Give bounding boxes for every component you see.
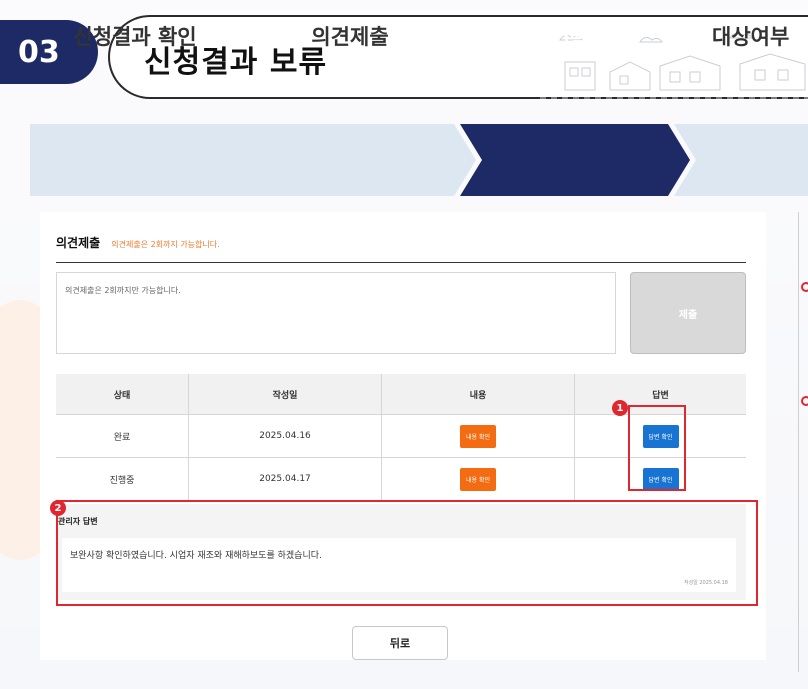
step-bg-2 bbox=[244, 124, 476, 196]
row-status: 완료 bbox=[56, 414, 189, 458]
step-bg-4 bbox=[674, 124, 808, 196]
right-divider bbox=[798, 212, 799, 672]
marker-badge-2: 2 bbox=[50, 500, 66, 516]
row-content-cell: 내용 확인 bbox=[381, 414, 575, 458]
opinion-input[interactable]: 의견제출은 2회까지만 가능합니다. bbox=[56, 272, 616, 354]
highlight-box-answer bbox=[628, 405, 686, 491]
view-content-button[interactable]: 내용 확인 bbox=[460, 424, 496, 448]
opinion-section-header: 의견제출 의견제출은 2회까지 가능합니다. bbox=[56, 232, 746, 263]
step-1-label[interactable]: 신청결과 확인 bbox=[30, 0, 240, 72]
row-date: 2025.04.17 bbox=[188, 457, 382, 501]
header-content: 내용 bbox=[381, 374, 575, 415]
opinion-note: 의견제출은 2회까지 가능합니다. bbox=[111, 240, 220, 249]
header-date: 작성일 bbox=[188, 374, 382, 415]
row-content-cell: 내용 확인 bbox=[381, 457, 575, 501]
step-2-label[interactable]: 의견제출 bbox=[250, 0, 450, 72]
header-status: 상태 bbox=[56, 374, 189, 415]
side-marker bbox=[801, 396, 808, 406]
back-button[interactable]: 뒤로 bbox=[352, 626, 448, 660]
opinion-heading: 의견제출 bbox=[56, 236, 101, 250]
step-4-label[interactable]: 대상여부 bbox=[700, 0, 808, 72]
progress-steps bbox=[30, 124, 808, 196]
step-3-label[interactable]: 답변확인 bbox=[470, 0, 670, 72]
highlight-box-admin bbox=[56, 500, 758, 606]
step-bg-1 bbox=[30, 124, 270, 196]
side-marker bbox=[801, 282, 808, 292]
submit-button[interactable]: 제출 bbox=[630, 272, 746, 354]
row-date: 2025.04.16 bbox=[188, 414, 382, 458]
step-bg-3 bbox=[460, 124, 690, 196]
view-content-button[interactable]: 내용 확인 bbox=[460, 467, 496, 491]
marker-badge-1: 1 bbox=[612, 400, 628, 416]
row-status: 진행중 bbox=[56, 457, 189, 501]
